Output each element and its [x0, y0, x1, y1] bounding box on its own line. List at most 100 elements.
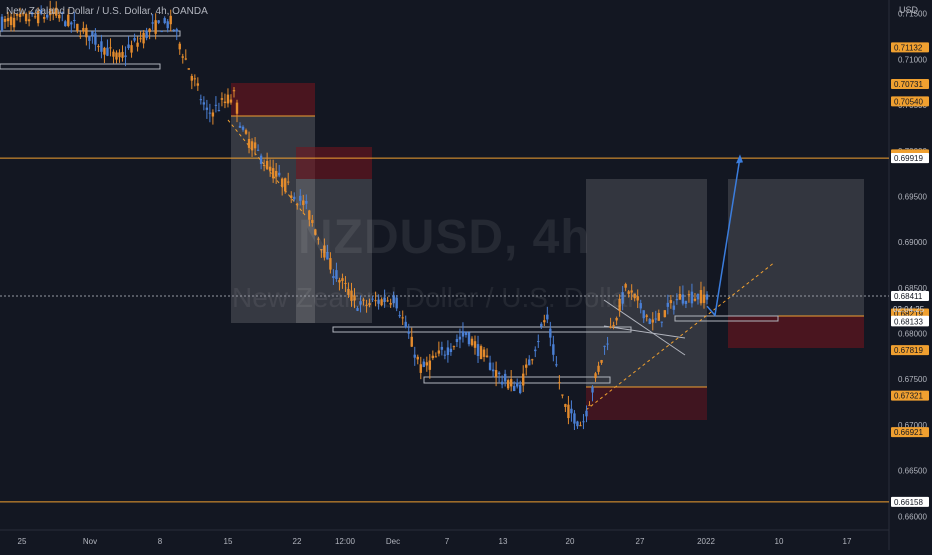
candle-body: [588, 404, 591, 406]
candle-body: [678, 294, 682, 300]
candle-body: [353, 295, 356, 301]
candle-body: [597, 365, 600, 372]
candle-body: [600, 360, 603, 363]
candle-body: [675, 299, 679, 301]
time-tick-label: 10: [775, 537, 784, 546]
candle-body: [314, 229, 317, 235]
candle-body: [317, 238, 320, 240]
candle-body: [256, 149, 260, 151]
time-tick-label: 15: [224, 537, 233, 546]
candle-body: [452, 346, 456, 348]
candle-body: [238, 125, 242, 128]
price-tick-label: 0.67500: [898, 375, 927, 384]
candle-body: [687, 294, 691, 296]
candle-body: [347, 289, 350, 295]
candle-body: [437, 350, 441, 354]
candle-body: [196, 83, 200, 86]
candle-body: [633, 293, 636, 299]
candle-body: [302, 200, 305, 206]
candle-body: [491, 369, 495, 372]
candle-body: [88, 35, 91, 41]
candle-body: [503, 373, 507, 382]
candle-body: [290, 195, 293, 198]
time-tick-label: 8: [158, 537, 163, 546]
candle-body: [549, 328, 552, 338]
candle-body: [383, 297, 386, 302]
candle-body: [705, 294, 709, 300]
candle-body: [199, 99, 203, 101]
candle-body: [591, 386, 594, 393]
candle-body: [684, 300, 688, 304]
candle-body: [446, 347, 450, 356]
candle-body: [64, 21, 67, 27]
candle-body: [522, 373, 525, 386]
candle-body: [531, 359, 534, 361]
candle-body: [386, 300, 389, 302]
price-badge-label: 0.68411: [894, 292, 923, 301]
candle-body: [341, 278, 344, 281]
candle-body: [636, 296, 639, 301]
candle-body: [543, 320, 546, 323]
price-badge-label: 0.71132: [894, 43, 923, 52]
candle-body: [142, 32, 145, 44]
candle-body: [651, 319, 654, 323]
candle-body: [407, 331, 410, 334]
candle-body: [528, 359, 531, 366]
candle-body: [696, 294, 700, 300]
candle-body: [497, 372, 501, 375]
candle-body: [690, 291, 694, 304]
candle-body: [97, 46, 100, 48]
candle-body: [277, 172, 281, 176]
candle-body: [404, 321, 407, 328]
candle-body: [654, 318, 657, 320]
time-tick-label: 12:00: [335, 537, 356, 546]
candle-body: [519, 384, 522, 394]
candle-body: [488, 362, 492, 370]
candle-body: [576, 421, 579, 427]
time-tick-label: 25: [18, 537, 27, 546]
candle-body: [70, 22, 73, 25]
candle-body: [440, 346, 444, 350]
candle-body: [666, 302, 670, 307]
candle-body: [515, 382, 519, 387]
candle-body: [648, 318, 651, 324]
candle-body: [630, 290, 633, 293]
price-tick-label: 0.69500: [898, 192, 927, 201]
candle-body: [546, 314, 549, 320]
candle-body: [217, 110, 221, 112]
candle-body: [214, 104, 218, 106]
candle-body: [564, 404, 567, 407]
time-tick-label: 2022: [697, 537, 715, 546]
price-tick-label: 0.71000: [898, 55, 927, 64]
candle-body: [9, 16, 13, 26]
candle-body: [100, 41, 103, 52]
candle-body: [606, 343, 609, 345]
bar-countdown: 02:04:25: [893, 305, 925, 314]
candle-body: [287, 181, 290, 183]
candle-body: [431, 355, 435, 359]
time-tick-label: 13: [499, 537, 508, 546]
time-tick-label: 22: [293, 537, 302, 546]
candle-body: [311, 219, 314, 224]
candle-body: [181, 56, 184, 58]
candle-body: [163, 18, 166, 24]
candle-body: [118, 52, 121, 58]
price-badge-label: 0.66921: [894, 428, 923, 437]
candle-body: [42, 17, 46, 19]
candle-body: [368, 303, 371, 306]
target-zone-3: [586, 179, 707, 387]
candle-body: [271, 168, 275, 179]
time-tick-label: 27: [636, 537, 645, 546]
candle-body: [612, 325, 615, 327]
candle-body: [205, 107, 209, 110]
candle-body: [259, 155, 263, 164]
chart-area[interactable]: 0.715000.710000.705000.700000.695000.690…: [0, 0, 932, 550]
candle-body: [305, 200, 308, 204]
candle-body: [371, 298, 374, 300]
candle-body: [410, 336, 413, 347]
price-badge-label: 0.67321: [894, 392, 923, 401]
candle-body: [169, 15, 172, 25]
candle-body: [85, 27, 88, 38]
candle-body: [609, 326, 612, 328]
candle-body: [332, 276, 335, 279]
